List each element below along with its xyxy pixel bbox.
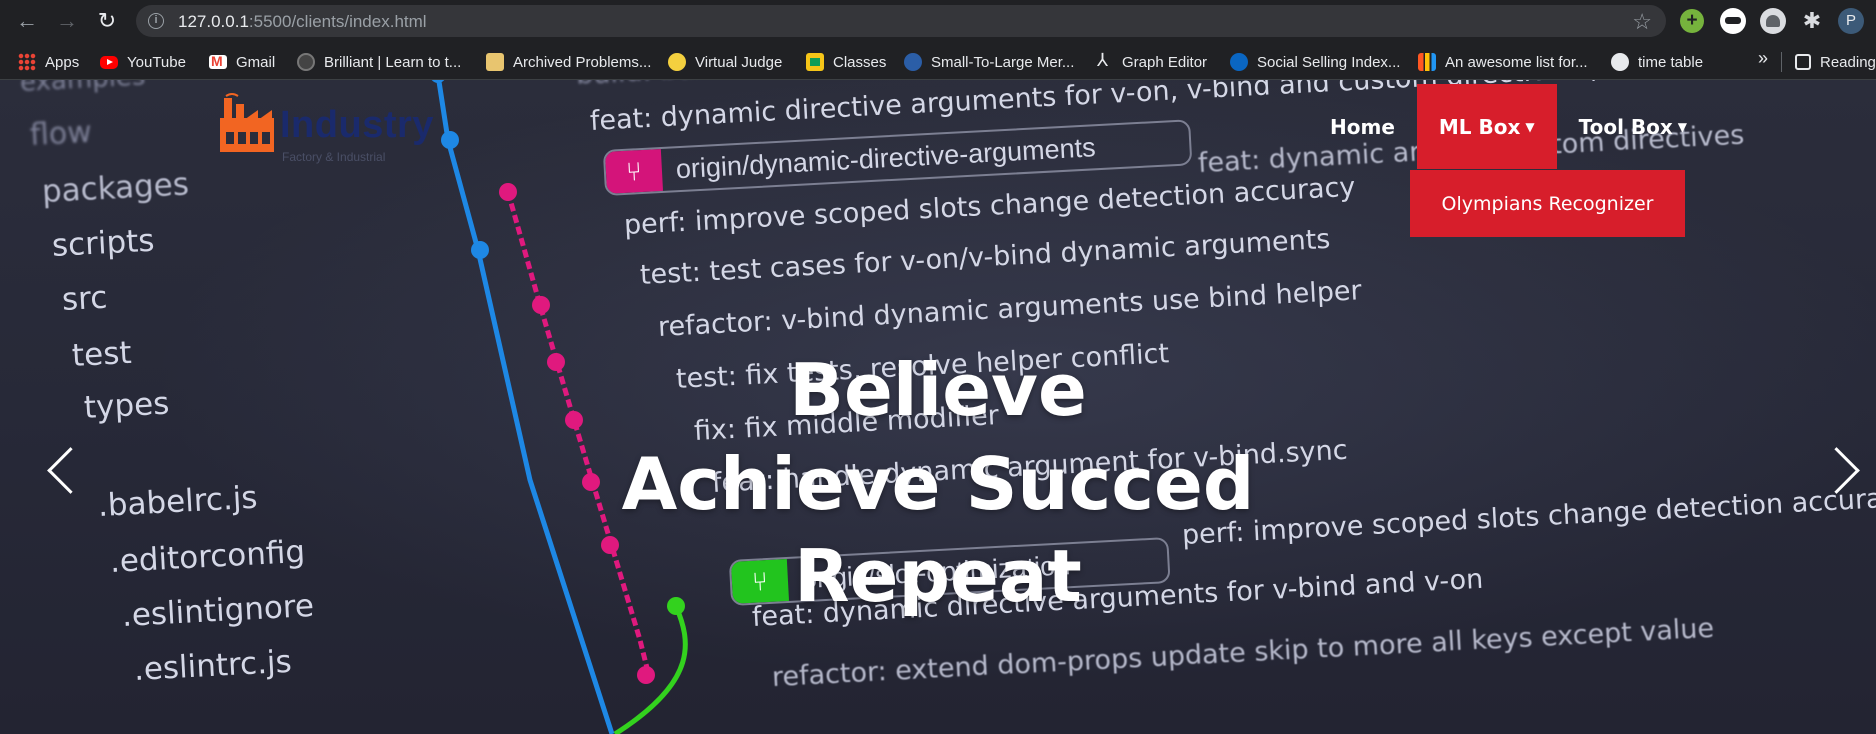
main-nav: Home ML Box ▼ Tool Box ▼ (1308, 84, 1709, 169)
small-to-large-icon (904, 53, 922, 71)
bookmark-time-table[interactable]: time table (1611, 51, 1703, 73)
back-arrow-icon[interactable]: ← (14, 8, 40, 34)
reading-list-icon (1795, 54, 1811, 70)
bookmark-youtube[interactable]: YouTube (100, 51, 186, 73)
ghost-extension-icon[interactable] (1760, 8, 1786, 34)
nav-ml-box[interactable]: ML Box ▼ (1416, 84, 1557, 169)
apps-icon (18, 53, 36, 71)
site-info-icon[interactable]: i (148, 13, 164, 29)
extensions-puzzle-icon[interactable]: ✱ (1800, 9, 1824, 33)
bookmark-archived-problems[interactable]: Archived Problems... (486, 51, 651, 73)
more-bookmarks-button[interactable]: » (1758, 48, 1768, 69)
nav-home[interactable]: Home (1308, 84, 1417, 169)
profile-avatar[interactable]: P (1838, 8, 1864, 34)
factory-icon (220, 93, 274, 152)
bookmarks-divider (1781, 52, 1782, 72)
youtube-icon (100, 55, 118, 69)
browser-toolbar: ← → ↻ i 127.0.0.1:5500/clients/index.htm… (0, 0, 1876, 42)
bookmark-virtual-judge[interactable]: Virtual Judge (668, 51, 782, 73)
site-logo[interactable]: Industry Factory & Industrial (216, 92, 446, 164)
graph-editor-icon (1095, 50, 1113, 71)
bookmark-apps[interactable]: Apps (18, 51, 79, 73)
bookmark-awesome-list[interactable]: An awesome list for... (1418, 51, 1588, 73)
bookmark-social-selling[interactable]: Social Selling Index... (1230, 51, 1400, 73)
reload-icon[interactable]: ↻ (94, 8, 120, 34)
social-selling-icon (1230, 53, 1248, 71)
brilliant-icon (297, 53, 315, 71)
bookmark-brilliant[interactable]: Brilliant | Learn to t... (297, 51, 461, 73)
dropdown-item-olympians-recognizer[interactable]: Olympians Recognizer (1410, 170, 1685, 237)
hero-headline-line: Repeat (794, 534, 1082, 618)
hero-headline-line: Believe (789, 348, 1087, 432)
incognito-extension-icon[interactable] (1720, 8, 1746, 34)
forward-arrow-icon[interactable]: → (54, 8, 80, 34)
bookmark-classes[interactable]: Classes (806, 51, 886, 73)
bookmark-star-icon[interactable]: ☆ (1632, 9, 1652, 35)
slider-next-icon[interactable] (1822, 440, 1862, 500)
globe-icon (1611, 53, 1629, 71)
logo-name: Industry (280, 104, 434, 146)
slider-prev-icon[interactable] (40, 440, 80, 500)
hero-headline-line: Achieve Succed (621, 442, 1255, 526)
gmail-icon (209, 53, 227, 69)
nav-tool-box[interactable]: Tool Box ▼ (1557, 84, 1709, 169)
chevron-down-icon: ▼ (1677, 119, 1688, 134)
bookmark-graph-editor[interactable]: Graph Editor (1095, 50, 1207, 73)
awesome-list-icon (1418, 53, 1436, 71)
classes-icon (806, 53, 824, 71)
add-extension-icon[interactable]: + (1680, 9, 1704, 33)
bookmarks-bar: Apps YouTube Gmail Brilliant | Learn to … (0, 42, 1876, 80)
address-bar[interactable]: i 127.0.0.1:5500/clients/index.html ☆ (136, 5, 1666, 37)
virtual-judge-icon (668, 53, 686, 71)
reading-list-button[interactable]: Reading (1795, 51, 1876, 73)
chevron-down-icon: ▼ (1525, 119, 1535, 134)
bookmark-gmail[interactable]: Gmail (209, 51, 275, 73)
archived-problems-icon (486, 53, 504, 71)
bookmark-small-to-large[interactable]: Small-To-Large Mer... (904, 51, 1074, 73)
logo-tagline: Factory & Industrial (282, 150, 386, 164)
url-text[interactable]: 127.0.0.1:5500/clients/index.html (178, 12, 427, 32)
hero-slider: examples flow packages scripts src test … (0, 80, 1876, 734)
